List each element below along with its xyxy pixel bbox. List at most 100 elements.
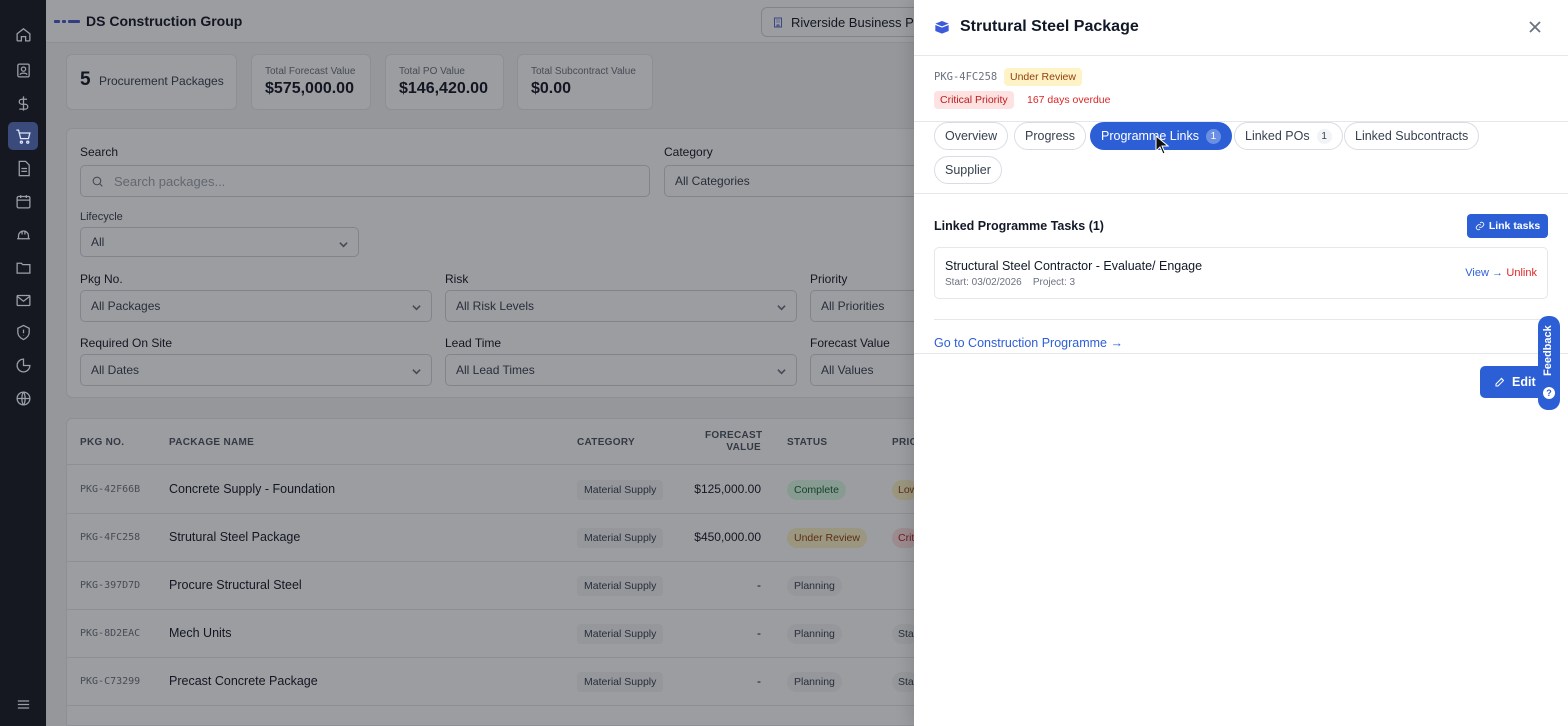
- divider: [914, 353, 1568, 354]
- table-row[interactable]: PKG-397D7D Procure Structural Steel Materi…: [67, 562, 945, 610]
- shield-icon[interactable]: [11, 320, 35, 344]
- chevron-down-icon: [777, 365, 786, 375]
- row-pkg-id: PKG-4FC258: [80, 532, 141, 543]
- home-icon[interactable]: [11, 22, 35, 46]
- link-tasks-button[interactable]: Link tasks: [1467, 214, 1548, 238]
- stat-subcontract: Total Subcontract Value $0.00: [517, 54, 653, 110]
- linked-task-card: Structural Steel Contractor - Evaluate/ …: [934, 247, 1548, 299]
- forecast-value: All Values: [821, 363, 874, 377]
- edit-icon: [1495, 377, 1505, 387]
- hardhat-icon[interactable]: [11, 222, 35, 246]
- col-category[interactable]: CATEGORY: [577, 437, 635, 448]
- category-select[interactable]: All Categories: [664, 165, 934, 197]
- section-title: Linked Programme Tasks (1): [934, 219, 1104, 233]
- feedback-tab[interactable]: Feedback ?: [1538, 316, 1560, 410]
- contacts-icon[interactable]: [11, 58, 35, 82]
- task-view-link[interactable]: View →: [1465, 267, 1503, 279]
- col-forecast[interactable]: FORECAST: [705, 430, 762, 441]
- stat-value: $146,420.00: [399, 80, 488, 97]
- row-category: Material Supply: [577, 528, 664, 548]
- table-row[interactable]: PKG-42F66B Concrete Supply - Foundation Ma…: [67, 466, 945, 514]
- required-value: All Dates: [91, 363, 140, 377]
- required-label: Required On Site: [80, 336, 173, 350]
- tab-overview[interactable]: Overview: [934, 122, 1009, 150]
- divider: [914, 193, 1568, 194]
- tab-progress[interactable]: Progress: [1014, 122, 1087, 150]
- tab-label: Overview: [945, 129, 998, 143]
- row-forecast: $125,000.00: [694, 482, 761, 496]
- tab-label: Linked POs: [1245, 129, 1310, 143]
- pie-chart-icon[interactable]: [11, 353, 35, 377]
- chevron-down-icon: [412, 365, 421, 375]
- dollar-icon[interactable]: [11, 91, 35, 115]
- tab-supplier[interactable]: Supplier: [934, 156, 1002, 184]
- package-id: PKG-4FC258: [934, 71, 998, 83]
- lifecycle-select[interactable]: All: [80, 227, 359, 257]
- table-row[interactable]: PKG-4FC258 Strutural Steel Package Materia…: [67, 514, 945, 562]
- chevron-down-icon: [777, 301, 786, 311]
- col-name[interactable]: PACKAGE NAME: [169, 437, 254, 448]
- drawer-header: Strutural Steel Package: [914, 0, 1568, 56]
- cart-icon[interactable]: [8, 122, 38, 150]
- globe-icon[interactable]: [11, 386, 35, 410]
- pkgno-value: All Packages: [91, 299, 161, 313]
- row-package-name: Procure Structural Steel: [169, 578, 302, 592]
- mail-icon[interactable]: [11, 288, 35, 312]
- table-row[interactable]: PKG-8D2EAC Mech Units Material Supply - Plan…: [67, 610, 945, 658]
- packages-table: PKG NO. PACKAGE NAME CATEGORY FORECAST V…: [66, 418, 946, 726]
- search-input[interactable]: Search packages...: [80, 165, 650, 197]
- stat-packages: 5 Procurement Packages: [66, 54, 237, 110]
- row-package-name: Precast Concrete Package: [169, 674, 318, 688]
- left-nav-rail: [0, 0, 46, 726]
- lead-label: Lead Time: [445, 336, 502, 350]
- col-pkg[interactable]: PKG NO.: [80, 437, 124, 448]
- mouse-cursor-icon: [1155, 134, 1170, 155]
- row-forecast: -: [757, 626, 761, 640]
- filters-panel: Search Search packages... Category All C…: [66, 128, 946, 398]
- building-icon: [774, 17, 782, 27]
- divider: [934, 319, 1548, 320]
- search-icon: [91, 175, 104, 191]
- col-forecast-2[interactable]: VALUE: [705, 442, 761, 453]
- tab-linked-subcontracts[interactable]: Linked Subcontracts: [1344, 122, 1480, 150]
- link-tasks-label: Link tasks: [1488, 220, 1541, 232]
- stat-label: Total PO Value: [399, 66, 465, 77]
- row-forecast: -: [757, 578, 761, 592]
- close-icon[interactable]: [1528, 20, 1542, 34]
- lead-select[interactable]: All Lead Times: [445, 354, 797, 386]
- row-package-name: Strutural Steel Package: [169, 530, 301, 544]
- feedback-label: Feedback: [1542, 325, 1554, 376]
- col-status[interactable]: STATUS: [787, 437, 827, 448]
- package-drawer: Strutural Steel Package PKG-4FC258 Under…: [914, 0, 1568, 726]
- menu-icon[interactable]: [11, 692, 35, 716]
- stat-forecast: Total Forecast Value $575,000.00: [251, 54, 371, 110]
- row-forecast: $450,000.00: [694, 530, 761, 544]
- pkgno-select[interactable]: All Packages: [80, 290, 432, 322]
- task-meta: Start: 03/02/2026 Project: 3: [945, 277, 1076, 288]
- row-status-badge: Complete: [787, 480, 846, 500]
- help-icon: ?: [1543, 387, 1555, 399]
- row-package-name: Mech Units: [169, 626, 232, 640]
- category-value: All Categories: [675, 174, 750, 188]
- risk-label: Risk: [445, 272, 469, 286]
- lifecycle-label: Lifecycle: [80, 211, 123, 223]
- tab-label: Programme Links: [1101, 129, 1199, 143]
- document-icon[interactable]: [11, 156, 35, 180]
- tab-label: Linked Subcontracts: [1355, 129, 1469, 143]
- required-select[interactable]: All Dates: [80, 354, 432, 386]
- packages-count: 5: [80, 69, 91, 90]
- packages-label: Procurement Packages: [99, 74, 224, 88]
- package-box-icon: [934, 19, 950, 40]
- stat-label: Total Forecast Value: [265, 66, 356, 77]
- go-to-programme-link[interactable]: Go to Construction Programme →: [934, 336, 1123, 350]
- row-package-name: Concrete Supply - Foundation: [169, 482, 336, 496]
- row-status-badge: Planning: [787, 672, 842, 692]
- table-row[interactable]: PKG-C73299 Precast Concrete Package Materi…: [67, 658, 945, 706]
- task-unlink-link[interactable]: Unlink: [1506, 267, 1537, 279]
- tab-linked-pos[interactable]: Linked POs 1: [1234, 122, 1343, 150]
- calendar-icon[interactable]: [11, 189, 35, 213]
- app-root: DS Construction Group Riverside Business…: [0, 0, 1568, 726]
- row-category: Material Supply: [577, 672, 664, 692]
- folder-icon[interactable]: [11, 255, 35, 279]
- risk-select[interactable]: All Risk Levels: [445, 290, 797, 322]
